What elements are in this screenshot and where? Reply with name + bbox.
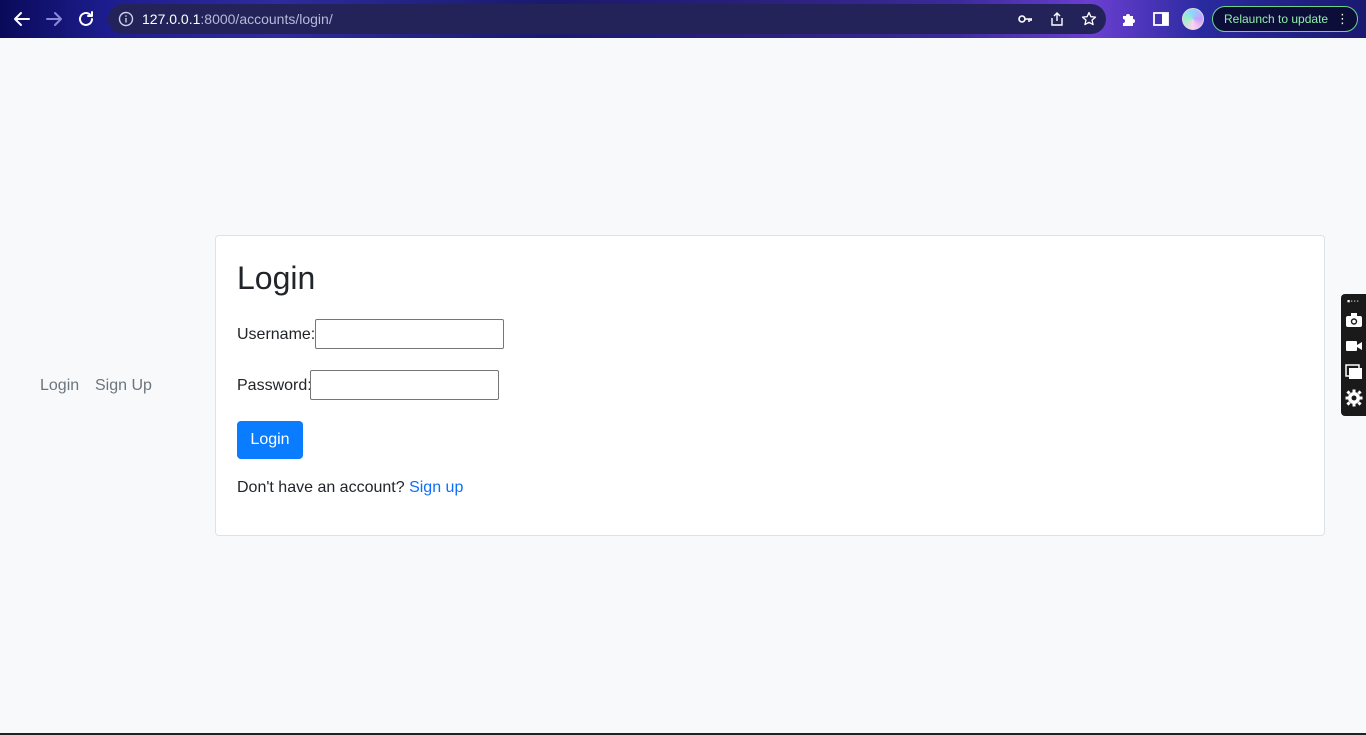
- signup-link[interactable]: Sign up: [409, 479, 463, 496]
- username-label: Username:: [237, 326, 316, 343]
- password-input[interactable]: [310, 370, 499, 400]
- avatar[interactable]: [1182, 8, 1204, 30]
- signup-prompt-text: Don't have an account?: [237, 479, 405, 496]
- window-capture-icon[interactable]: [1344, 362, 1364, 382]
- page-title: Login: [237, 260, 316, 296]
- login-card: Login Username: Password: Login Don't ha…: [215, 235, 1325, 536]
- info-icon[interactable]: [118, 11, 134, 27]
- browser-toolbar: 127.0.0.1:8000/accounts/login/ Relaunch …: [0, 0, 1366, 38]
- reload-icon: [79, 11, 93, 26]
- username-input[interactable]: [315, 319, 504, 349]
- sidenav-item-login[interactable]: Login: [40, 377, 79, 395]
- share-icon[interactable]: [1049, 11, 1065, 27]
- login-button[interactable]: Login: [237, 421, 303, 459]
- reload-button[interactable]: [74, 7, 98, 31]
- url-host: 127.0.0.1: [142, 11, 201, 27]
- back-button[interactable]: [10, 7, 34, 31]
- sidenav-item-signup[interactable]: Sign Up: [95, 377, 152, 395]
- settings-gear-icon[interactable]: [1344, 388, 1364, 408]
- address-bar[interactable]: 127.0.0.1:8000/accounts/login/: [108, 4, 1106, 34]
- capture-tool-panel: ▪⋯: [1341, 294, 1366, 416]
- url-text[interactable]: 127.0.0.1:8000/accounts/login/: [142, 11, 333, 27]
- forward-button[interactable]: [42, 7, 66, 31]
- arrow-left-icon: [14, 12, 30, 26]
- signup-prompt: Don't have an account? Sign up: [237, 479, 463, 497]
- key-icon[interactable]: [1017, 11, 1033, 27]
- panel-handle-icon[interactable]: ▪⋯: [1347, 296, 1359, 306]
- url-path: :8000/accounts/login/: [200, 11, 333, 27]
- screenshot-camera-icon[interactable]: [1344, 310, 1364, 330]
- star-icon[interactable]: [1081, 11, 1097, 27]
- video-record-icon[interactable]: [1344, 336, 1364, 356]
- arrow-right-icon: [46, 12, 62, 26]
- side-panel-icon[interactable]: [1152, 10, 1170, 28]
- puzzle-icon[interactable]: [1120, 10, 1138, 28]
- relaunch-to-update-button[interactable]: Relaunch to update ⋮: [1212, 6, 1358, 32]
- kebab-menu-icon[interactable]: ⋮: [1336, 12, 1349, 26]
- password-label: Password:: [237, 377, 312, 394]
- relaunch-label: Relaunch to update: [1224, 12, 1329, 26]
